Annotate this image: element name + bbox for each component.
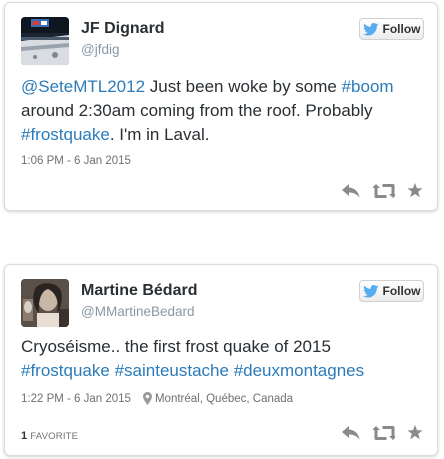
- twitter-bird-icon: [362, 284, 379, 297]
- mention-link[interactable]: @SeteMTL2012: [21, 77, 145, 96]
- hockey-arena-avatar-icon: [21, 17, 69, 65]
- text-segment: . I'm in Laval.: [109, 125, 210, 144]
- tweet-text: @SeteMTL2012 Just been woke by some #boo…: [21, 75, 423, 147]
- text-segment: Just been woke by some: [145, 77, 342, 96]
- tweet-meta: 1:22 PM - 6 Jan 2015 Montréal, Québec, C…: [21, 392, 293, 405]
- portrait-avatar-icon: [21, 279, 69, 327]
- favorites-label: FAVORITE: [30, 431, 79, 442]
- hashtag-link[interactable]: #deuxmontagnes: [234, 361, 364, 380]
- reply-icon[interactable]: [342, 183, 361, 198]
- tweet-actions: [342, 425, 423, 440]
- hashtag-link[interactable]: #boom: [342, 77, 394, 96]
- text-segment: around 2:30am coming from the roof. Prob…: [21, 101, 373, 120]
- favorites-count[interactable]: 1 FAVORITE: [21, 430, 78, 442]
- author-handle[interactable]: @MMartineBedard: [81, 304, 195, 319]
- tweet-card-jfdignard: JF Dignard @jfdig Follow @SeteMTL2012 Ju…: [4, 2, 438, 211]
- hashtag-link[interactable]: #frostquake: [21, 125, 110, 144]
- avatar[interactable]: [21, 279, 69, 327]
- timestamp-link[interactable]: 1:06 PM - 6 Jan 2015: [21, 155, 131, 167]
- favorite-star-icon[interactable]: [407, 425, 423, 440]
- text-segment: Cryoséisme.. the first frost quake of 20…: [21, 337, 331, 356]
- follow-label: Follow: [382, 284, 421, 298]
- author-name[interactable]: JF Dignard: [81, 20, 165, 38]
- avatar[interactable]: [21, 17, 69, 65]
- retweet-icon[interactable]: [373, 183, 395, 198]
- tweet-actions: [342, 183, 423, 198]
- favorite-star-icon[interactable]: [407, 183, 423, 198]
- twitter-bird-icon: [362, 22, 379, 35]
- location-text[interactable]: Montréal, Québec, Canada: [155, 393, 293, 405]
- tweet-meta: 1:06 PM - 6 Jan 2015: [21, 155, 131, 167]
- tweet-text: Cryoséisme.. the first frost quake of 20…: [21, 335, 423, 383]
- tweet-card-martinebedard: Martine Bédard @MMartineBedard Follow Cr…: [4, 264, 438, 456]
- timestamp-link[interactable]: 1:22 PM - 6 Jan 2015: [21, 393, 131, 405]
- hashtag-link[interactable]: #frostquake: [21, 361, 110, 380]
- author-name[interactable]: Martine Bédard: [81, 282, 197, 300]
- hashtag-link[interactable]: #sainteustache: [115, 361, 229, 380]
- follow-button[interactable]: Follow: [359, 280, 424, 302]
- follow-button[interactable]: Follow: [359, 18, 424, 40]
- author-handle[interactable]: @jfdig: [81, 42, 119, 57]
- follow-label: Follow: [382, 22, 421, 36]
- location-pin-icon: [142, 392, 152, 405]
- retweet-icon[interactable]: [373, 425, 395, 440]
- favorites-number: 1: [21, 430, 28, 442]
- reply-icon[interactable]: [342, 425, 361, 440]
